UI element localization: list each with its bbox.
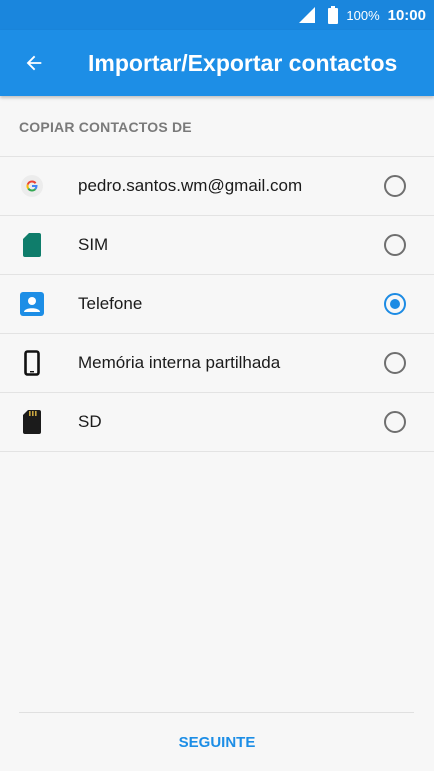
option-sd[interactable]: SD [0,393,434,452]
clock: 10:00 [387,6,426,24]
option-sim[interactable]: SIM [0,216,434,275]
status-bar: 100% 10:00 [0,0,434,30]
option-google-account[interactable]: pedro.santos.wm@gmail.com [0,157,434,216]
signal-icon [299,7,316,23]
status-indicators: 100% 10:00 [298,0,426,30]
option-label: SD [78,412,102,431]
radio-button[interactable] [384,175,406,197]
section-header: COPIAR CONTACTOS DE [19,119,192,135]
google-icon [19,173,45,199]
option-label: SIM [78,235,109,254]
sd-card-icon [19,409,45,435]
arrow-left-icon [26,55,42,71]
option-label: Memória interna partilhada [78,353,281,372]
back-button[interactable] [14,47,54,79]
smartphone-icon [19,350,45,376]
page-title: Importar/Exportar contactos [88,50,398,76]
radio-button[interactable] [384,411,406,433]
option-label: Telefone [78,294,143,313]
divider [19,712,414,713]
next-button[interactable]: SEGUINTE [0,718,434,768]
phone-contact-icon [19,291,45,317]
option-internal-memory[interactable]: Memória interna partilhada [0,334,434,393]
battery-percentage: 100% [346,7,380,23]
radio-button[interactable] [384,352,406,374]
battery-icon [328,6,339,24]
option-phone[interactable]: Telefone [0,275,434,334]
source-options-list: pedro.santos.wm@gmail.com SIM Telefone M… [0,156,434,452]
sim-card-icon [19,232,45,258]
radio-button-selected[interactable] [384,293,406,315]
radio-button[interactable] [384,234,406,256]
option-label: pedro.santos.wm@gmail.com [78,176,303,195]
app-bar: Importar/Exportar contactos [0,30,434,96]
